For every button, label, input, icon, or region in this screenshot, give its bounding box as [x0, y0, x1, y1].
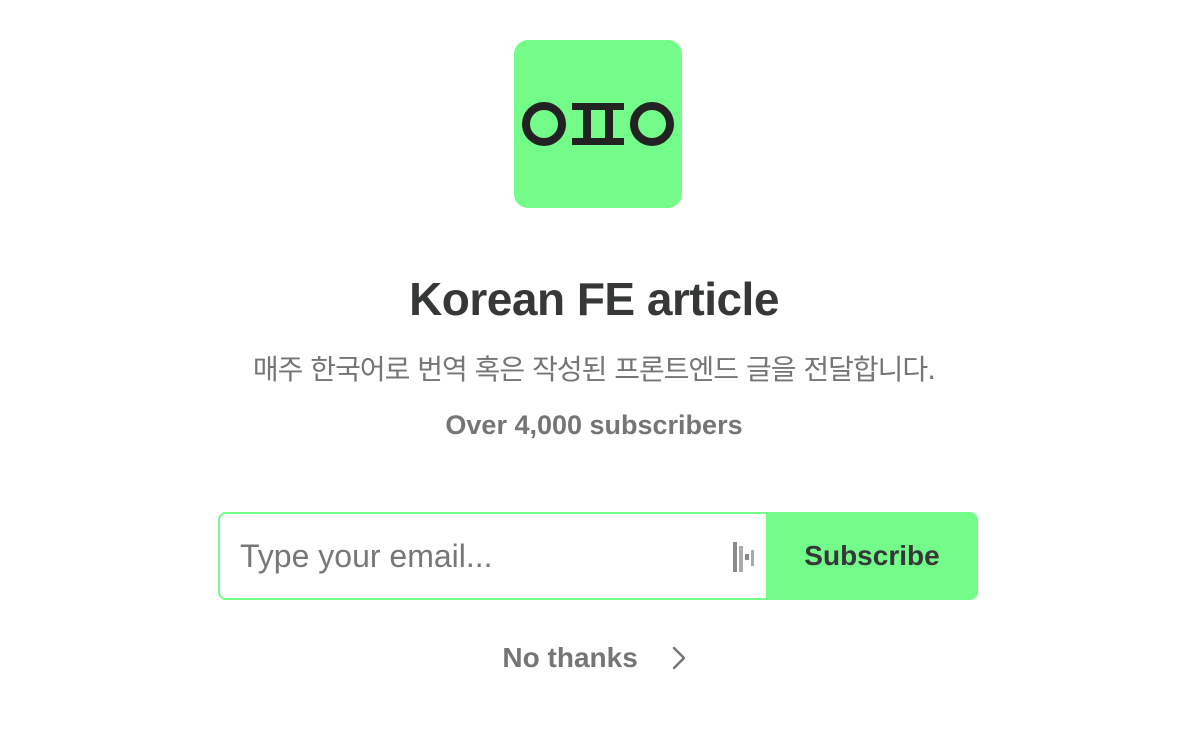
publication-logo [514, 40, 682, 208]
subscribe-form: Subscribe [218, 512, 978, 600]
email-input[interactable] [240, 514, 720, 598]
korean-glyph-logo-icon [522, 102, 674, 146]
no-thanks-link[interactable]: No thanks [0, 640, 1188, 674]
password-manager-icon[interactable] [732, 542, 756, 572]
subscriber-count: Over 4,000 subscribers [445, 410, 743, 440]
no-thanks-label: No thanks [502, 641, 638, 673]
publication-title: Korean FE article [409, 273, 779, 325]
publication-description: 매주 한국어로 번역 혹은 작성된 프론트엔드 글을 전달합니다. [252, 353, 936, 386]
chevron-right-icon [672, 646, 685, 669]
email-field-wrapper [218, 512, 768, 600]
subscribe-button[interactable]: Subscribe [766, 512, 978, 600]
